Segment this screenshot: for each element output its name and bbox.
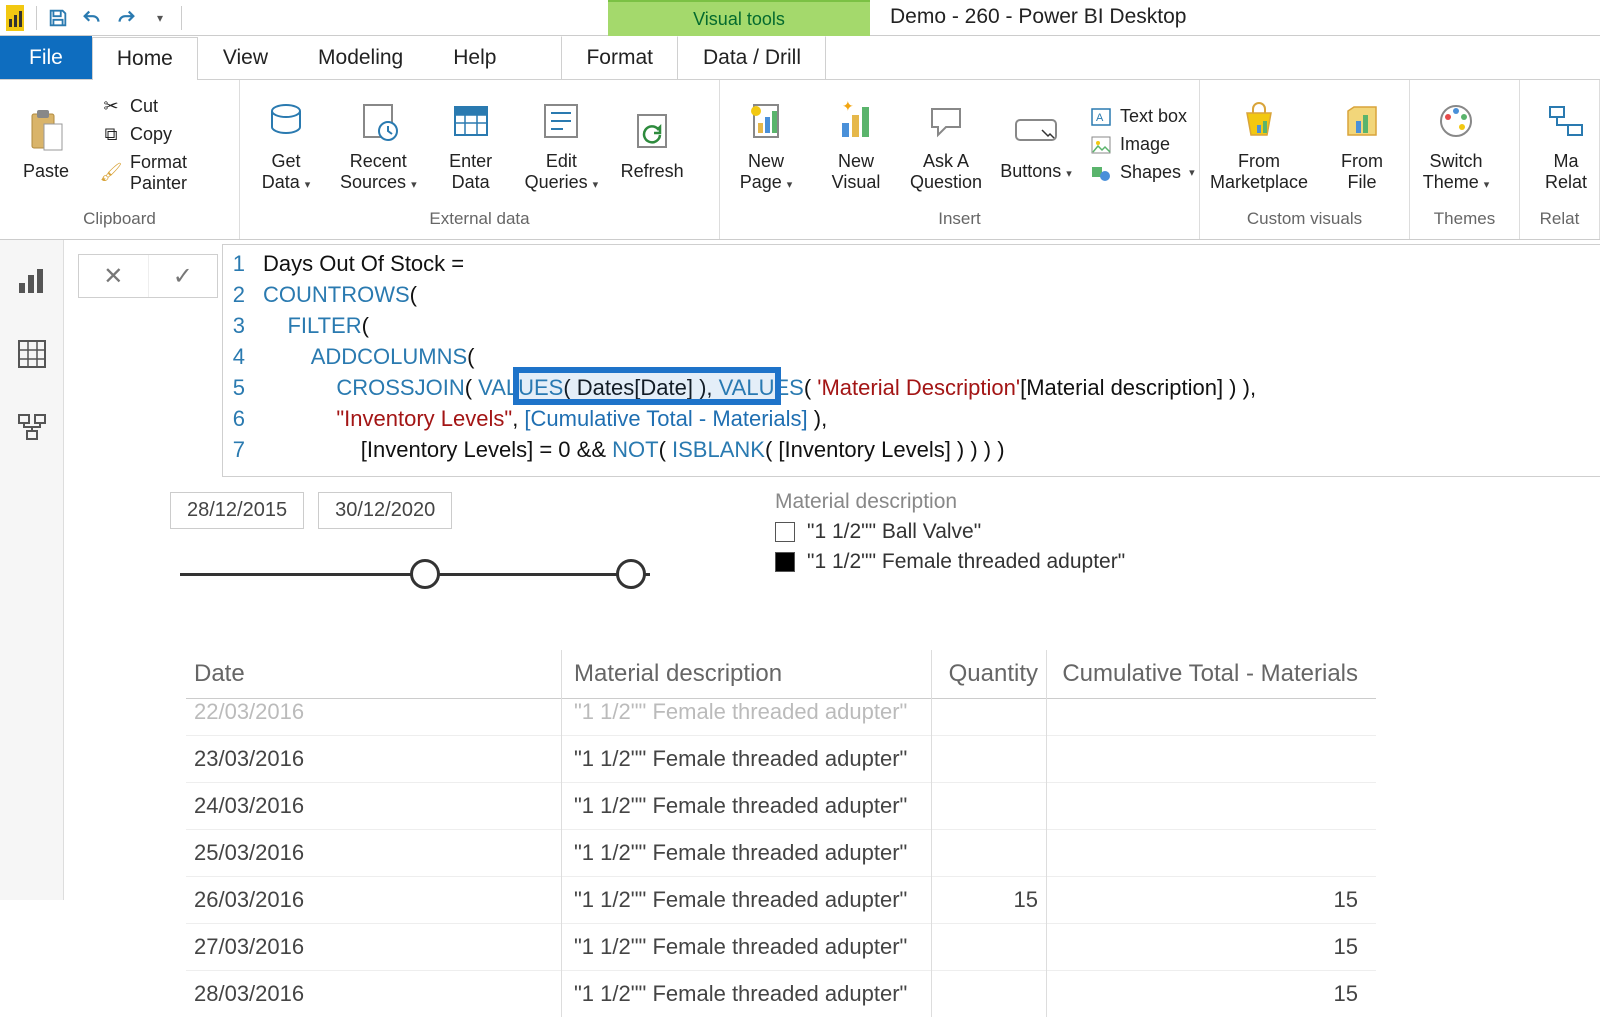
tab-modeling[interactable]: Modeling — [293, 36, 428, 79]
group-insert-label: Insert — [720, 209, 1199, 239]
paste-button[interactable]: Paste — [10, 107, 82, 182]
save-button[interactable] — [41, 0, 75, 36]
table-row[interactable]: 22/03/2016"1 1/2"" Female threaded adupt… — [186, 689, 1376, 735]
tab-help[interactable]: Help — [428, 36, 521, 79]
formula-commit-button[interactable]: ✓ — [149, 255, 218, 297]
ask-a-question-button[interactable]: Ask A Question — [910, 97, 982, 192]
group-external-label: External data — [240, 209, 719, 239]
table-row[interactable]: 27/03/2016"1 1/2"" Female threaded adupt… — [186, 923, 1376, 970]
checkbox-icon[interactable] — [775, 552, 795, 572]
shapes-button[interactable]: Shapes ▾ — [1090, 162, 1195, 184]
svg-text:✦: ✦ — [842, 101, 854, 114]
from-file-button[interactable]: From File — [1326, 97, 1398, 192]
new-page-button[interactable]: New Page ▾ — [730, 97, 802, 192]
image-icon — [1090, 134, 1112, 156]
line-gutter: 1234567 — [223, 251, 245, 470]
legend-item-0[interactable]: "1 1/2"" Ball Valve" — [775, 520, 1125, 544]
slicer-to[interactable]: 30/12/2020 — [318, 492, 452, 529]
slider-handle-left[interactable] — [410, 559, 440, 589]
redo-button[interactable] — [109, 0, 143, 36]
get-data-button[interactable]: Get Data ▾ — [250, 97, 322, 192]
cut-button[interactable]: ✂Cut — [100, 96, 229, 118]
contextual-tab-visual-tools: Visual tools — [608, 0, 870, 36]
slicer-from[interactable]: 28/12/2015 — [170, 492, 304, 529]
switch-theme-button[interactable]: Switch Theme ▾ — [1420, 97, 1492, 192]
undo-button[interactable] — [75, 0, 109, 36]
legend-item-1[interactable]: "1 1/2"" Female threaded adupter" — [775, 550, 1125, 574]
table-row[interactable]: 23/03/2016"1 1/2"" Female threaded adupt… — [186, 735, 1376, 782]
checkbox-icon[interactable] — [775, 522, 795, 542]
copy-button[interactable]: ⧉Copy — [100, 124, 229, 146]
table-row[interactable]: 28/03/2016"1 1/2"" Female threaded adupt… — [186, 970, 1376, 1017]
app-icon — [6, 5, 24, 31]
text-box-button[interactable]: AText box — [1090, 106, 1195, 128]
tab-view[interactable]: View — [198, 36, 293, 79]
manage-relationships-button[interactable]: Ma Relat — [1530, 97, 1600, 192]
table-row[interactable]: 24/03/2016"1 1/2"" Female threaded adupt… — [186, 782, 1376, 829]
ribbon: Paste ✂Cut ⧉Copy 🖌Format Painter Clipboa… — [0, 80, 1600, 240]
date-slider[interactable] — [170, 555, 660, 595]
legend-header: Material description — [775, 490, 1125, 514]
material-legend: Material description "1 1/2"" Ball Valve… — [775, 490, 1125, 580]
group-custom-label: Custom visuals — [1200, 209, 1409, 239]
group-clipboard-label: Clipboard — [0, 209, 239, 239]
tab-data-drill[interactable]: Data / Drill — [678, 36, 826, 79]
report-view-button[interactable] — [14, 262, 50, 298]
title-bar: ▾ Visual tools Demo - 260 - Power BI Des… — [0, 0, 1600, 36]
data-view-button[interactable] — [14, 336, 50, 372]
ribbon-tabs: File Home View Modeling Help Format Data… — [0, 36, 1600, 80]
slider-handle-right[interactable] — [616, 559, 646, 589]
new-visual-button[interactable]: ✦New Visual — [820, 97, 892, 192]
dax-editor[interactable]: 1234567 Days Out Of Stock = COUNTROWS( F… — [222, 244, 1600, 477]
group-themes-label: Themes — [1410, 209, 1519, 239]
buttons-button[interactable]: Buttons ▾ — [1000, 107, 1072, 182]
formula-controls: ✕ ✓ — [78, 254, 218, 298]
window-title: Demo - 260 - Power BI Desktop — [890, 5, 1186, 29]
table-row[interactable]: 25/03/2016"1 1/2"" Female threaded adupt… — [186, 829, 1376, 876]
edit-queries-button[interactable]: Edit Queries ▾ — [525, 97, 599, 192]
textbox-icon: A — [1090, 106, 1112, 128]
tab-home[interactable]: Home — [92, 37, 198, 80]
enter-data-button[interactable]: Enter Data — [435, 97, 507, 192]
svg-text:A: A — [1096, 112, 1104, 124]
from-marketplace-button[interactable]: From Marketplace — [1210, 97, 1308, 192]
shapes-icon — [1090, 162, 1112, 184]
tab-file[interactable]: File — [0, 36, 92, 79]
data-table[interactable]: Date Material description Quantity Cumul… — [186, 650, 1376, 1017]
tab-format[interactable]: Format — [561, 36, 678, 79]
image-button[interactable]: Image — [1090, 134, 1195, 156]
refresh-button[interactable]: Refresh — [616, 107, 688, 182]
format-painter-button[interactable]: 🖌Format Painter — [100, 152, 229, 194]
qat-customize[interactable]: ▾ — [143, 0, 177, 36]
formula-cancel-button[interactable]: ✕ — [79, 255, 149, 297]
group-rel-label: Relat — [1520, 209, 1599, 239]
dax-code[interactable]: Days Out Of Stock = COUNTROWS( FILTER( A… — [263, 251, 1588, 468]
recent-sources-button[interactable]: Recent Sources ▾ — [340, 97, 417, 192]
view-rail — [0, 240, 64, 900]
model-view-button[interactable] — [14, 410, 50, 446]
